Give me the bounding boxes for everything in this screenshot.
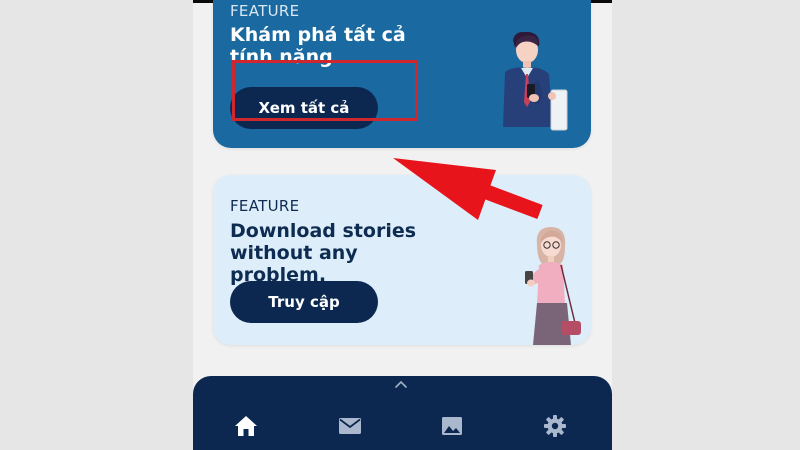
woman-with-phone-illustration (525, 227, 581, 345)
annotation-highlight-box (232, 60, 418, 121)
nav-mail-button[interactable] (336, 412, 364, 440)
feature-card-download[interactable]: FEATURE Download stories without any pro… (213, 175, 591, 345)
home-icon (235, 416, 257, 436)
phone-screen: FEATURE Khám phá tất cả tính năng Xem tấ… (193, 0, 612, 450)
man-with-phone-illustration (503, 32, 568, 131)
access-button[interactable]: Truy cập (230, 281, 378, 323)
chevron-up-icon[interactable] (393, 380, 409, 390)
mail-icon (339, 418, 361, 434)
gear-icon (544, 415, 566, 437)
feature-card-explore[interactable]: FEATURE Khám phá tất cả tính năng Xem tấ… (213, 0, 591, 148)
card-label: FEATURE (230, 197, 300, 215)
nav-settings-button[interactable] (541, 412, 569, 440)
card-title: Download stories without any problem. (230, 220, 417, 286)
nav-gallery-button[interactable] (438, 412, 466, 440)
card-label: FEATURE (230, 2, 300, 20)
bottom-navigation-bar (193, 376, 612, 450)
image-icon (442, 417, 462, 435)
nav-home-button[interactable] (232, 412, 260, 440)
